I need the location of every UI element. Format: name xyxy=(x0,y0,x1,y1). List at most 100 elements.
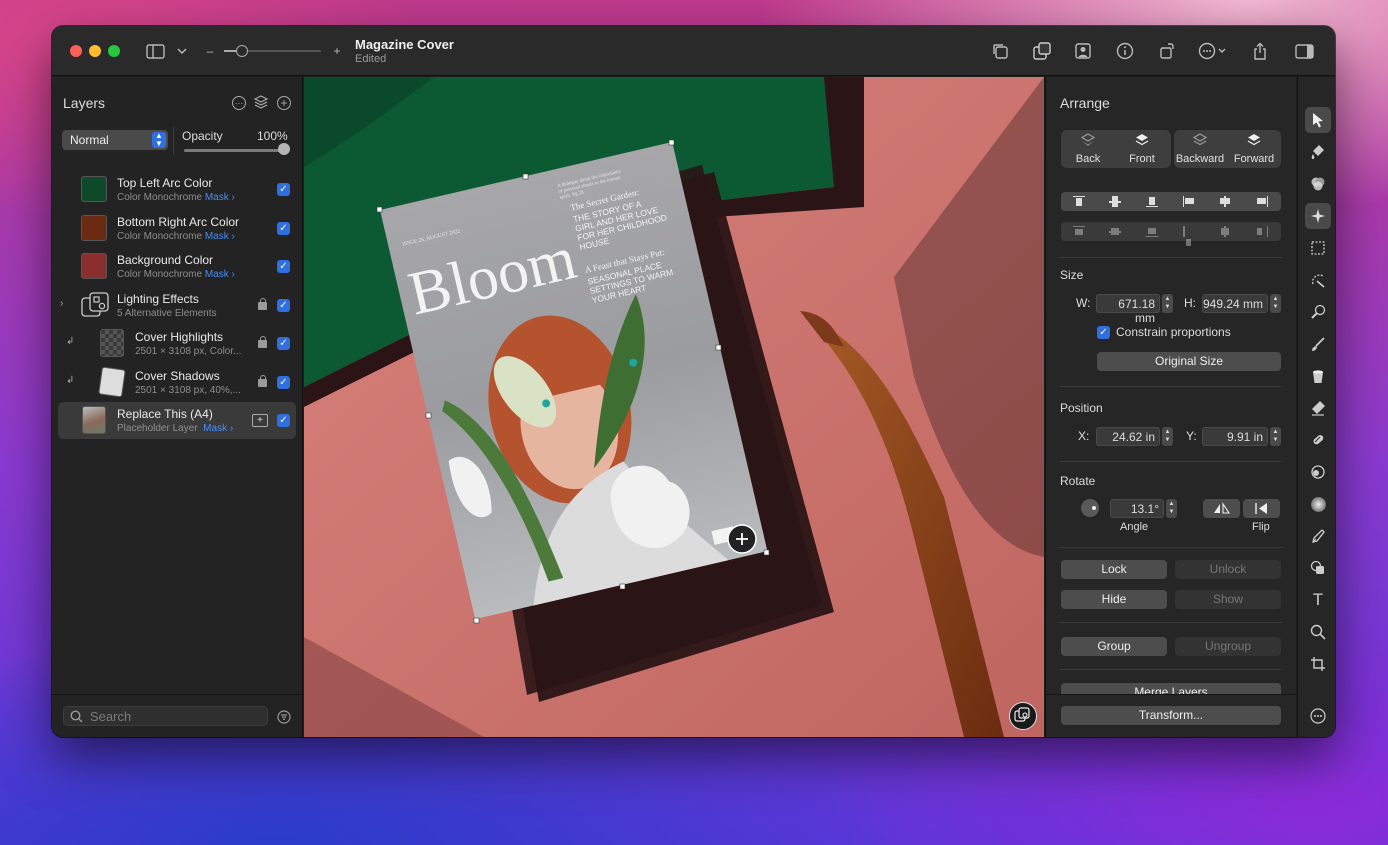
layer-visibility-checkbox[interactable]: ✓ xyxy=(277,376,290,389)
align-middle-icon[interactable] xyxy=(1109,196,1121,207)
retouch-icon[interactable] xyxy=(1305,299,1331,325)
zoom-out-button[interactable]: – xyxy=(199,40,221,62)
chevron-down-icon[interactable] xyxy=(171,40,193,62)
sidebar-toggle-icon[interactable] xyxy=(144,40,166,62)
position-x-stepper[interactable]: ▲ ▼ xyxy=(1162,427,1173,446)
lock-icon[interactable] xyxy=(258,298,267,310)
bring-forward-button[interactable]: Forward xyxy=(1227,133,1281,165)
position-x-input[interactable]: 24.62 in xyxy=(1096,427,1160,446)
layer-row-bottom-right-arc[interactable]: Bottom Right Arc Color Color Monochrome … xyxy=(58,210,296,247)
blend-mode-select[interactable]: Normal ▲ ▼ xyxy=(62,130,168,150)
distribute-left-icon[interactable] xyxy=(1183,226,1195,246)
more-tools-icon[interactable] xyxy=(1305,703,1331,729)
zoom-in-button[interactable]: + xyxy=(326,40,348,62)
rotate-icon[interactable] xyxy=(1156,40,1178,62)
mask-link[interactable]: Mask › xyxy=(205,231,235,242)
position-y-input[interactable]: 9.91 in xyxy=(1202,427,1268,446)
width-stepper[interactable]: ▲ ▼ xyxy=(1162,294,1173,313)
group-button[interactable]: Group xyxy=(1061,637,1167,656)
align-top-icon[interactable] xyxy=(1073,196,1085,207)
layer-row-background-color[interactable]: Background Color Color Monochrome Mask ›… xyxy=(58,248,296,285)
angle-stepper[interactable]: ▲ ▼ xyxy=(1166,499,1177,518)
align-right-icon[interactable] xyxy=(1256,196,1268,207)
flip-vertical-button[interactable] xyxy=(1243,499,1280,518)
more-options-icon[interactable] xyxy=(1197,40,1229,62)
layer-visibility-checkbox[interactable]: ✓ xyxy=(277,183,290,196)
smudge-icon[interactable] xyxy=(1305,459,1331,485)
unlock-button[interactable]: Unlock xyxy=(1175,560,1281,579)
disclosure-chevron-icon[interactable]: › xyxy=(60,298,63,309)
distribute-middle-icon[interactable] xyxy=(1109,226,1121,237)
bring-to-front-button[interactable]: Front xyxy=(1122,133,1162,165)
merge-layers-button[interactable]: Merge Layers xyxy=(1061,683,1281,694)
paint-bucket-icon[interactable] xyxy=(1305,139,1331,165)
portrait-icon[interactable] xyxy=(1072,40,1094,62)
angle-input[interactable]: 13.1° xyxy=(1110,499,1164,518)
distribute-bottom-icon[interactable] xyxy=(1146,226,1158,237)
align-bottom-icon[interactable] xyxy=(1146,196,1158,207)
original-size-button[interactable]: Original Size xyxy=(1097,352,1281,371)
layer-row-cover-shadows[interactable]: ↲ Cover Shadows 2501 × 3108 px, 40%,... … xyxy=(58,364,296,401)
layer-visibility-checkbox[interactable]: ✓ xyxy=(277,299,290,312)
lock-button[interactable]: Lock xyxy=(1061,560,1167,579)
zoom-window-button[interactable] xyxy=(108,45,120,57)
ungroup-button[interactable]: Ungroup xyxy=(1175,637,1281,656)
pen-icon[interactable] xyxy=(1305,523,1331,549)
mask-link[interactable]: Mask › xyxy=(203,423,233,434)
opacity-slider-knob[interactable] xyxy=(278,143,290,155)
smart-object-badge-icon[interactable] xyxy=(1009,702,1037,730)
height-input[interactable]: 949.24 mm xyxy=(1202,294,1268,313)
layer-visibility-checkbox[interactable]: ✓ xyxy=(277,414,290,427)
layer-visibility-checkbox[interactable]: ✓ xyxy=(277,222,290,235)
smart-objects-icon[interactable] xyxy=(1031,40,1053,62)
distribute-top-icon[interactable] xyxy=(1073,226,1085,237)
distribute-right-icon[interactable] xyxy=(1256,226,1268,237)
duplicate-icon[interactable] xyxy=(989,40,1011,62)
transform-button[interactable]: Transform... xyxy=(1061,706,1281,725)
send-to-back-button[interactable]: Back xyxy=(1069,133,1107,165)
brush-icon[interactable] xyxy=(1305,331,1331,357)
height-stepper[interactable]: ▲ ▼ xyxy=(1270,294,1281,313)
paint-bucket-fill-icon[interactable] xyxy=(1305,363,1331,389)
effects-tool-icon[interactable] xyxy=(1305,203,1331,229)
opacity-slider[interactable] xyxy=(184,149,288,152)
align-left-icon[interactable] xyxy=(1183,196,1195,207)
mask-link[interactable]: Mask › xyxy=(205,269,235,280)
constrain-proportions-checkbox[interactable]: ✓ xyxy=(1097,326,1110,339)
clone-tool-icon[interactable] xyxy=(1305,427,1331,453)
design-canvas[interactable]: ISSUE 26, AUGUST 2022 Bloom A dialogue a… xyxy=(304,77,1044,737)
eraser-icon[interactable] xyxy=(1305,395,1331,421)
lock-icon[interactable] xyxy=(258,375,267,387)
zoom-slider-knob[interactable] xyxy=(236,45,248,57)
color-adjust-icon[interactable] xyxy=(1305,171,1331,197)
distribute-center-icon[interactable] xyxy=(1219,226,1231,237)
width-input[interactable]: 671.18 mm xyxy=(1096,294,1160,325)
arrange-tool-icon[interactable] xyxy=(1305,107,1331,133)
minimize-window-button[interactable] xyxy=(89,45,101,57)
layer-visibility-checkbox[interactable]: ✓ xyxy=(277,260,290,273)
crop-icon[interactable] xyxy=(1305,651,1331,677)
hide-button[interactable]: Hide xyxy=(1061,590,1167,609)
inspector-toggle-icon[interactable] xyxy=(1293,40,1315,62)
position-y-stepper[interactable]: ▲ ▼ xyxy=(1270,427,1281,446)
share-icon[interactable] xyxy=(1249,40,1271,62)
info-icon[interactable] xyxy=(1114,40,1136,62)
magic-selection-icon[interactable] xyxy=(1305,267,1331,293)
blur-icon[interactable] xyxy=(1305,491,1331,517)
layers-options-icon[interactable]: ··· xyxy=(232,96,246,110)
rectangle-select-icon[interactable] xyxy=(1305,235,1331,261)
layer-row-cover-highlights[interactable]: ↲ Cover Highlights 2501 × 3108 px, Color… xyxy=(58,325,296,362)
layer-row-replace-this[interactable]: Replace This (A4) Placeholder Layer Mask… xyxy=(58,402,296,439)
flip-horizontal-button[interactable] xyxy=(1203,499,1240,518)
align-center-icon[interactable] xyxy=(1219,196,1231,207)
replace-image-icon[interactable]: + xyxy=(252,414,268,427)
layer-row-lighting-effects[interactable]: › Lighting Effects 5 Alternative Element… xyxy=(58,287,296,324)
text-tool-icon[interactable]: T xyxy=(1305,587,1331,613)
layer-row-top-left-arc[interactable]: Top Left Arc Color Color Monochrome Mask… xyxy=(58,171,296,208)
mask-link[interactable]: Mask › xyxy=(205,192,235,203)
layers-stack-icon[interactable] xyxy=(253,94,269,115)
add-layer-icon[interactable]: + xyxy=(277,96,291,110)
lock-icon[interactable] xyxy=(258,336,267,348)
shapes-icon[interactable] xyxy=(1305,555,1331,581)
layer-visibility-checkbox[interactable]: ✓ xyxy=(277,337,290,350)
